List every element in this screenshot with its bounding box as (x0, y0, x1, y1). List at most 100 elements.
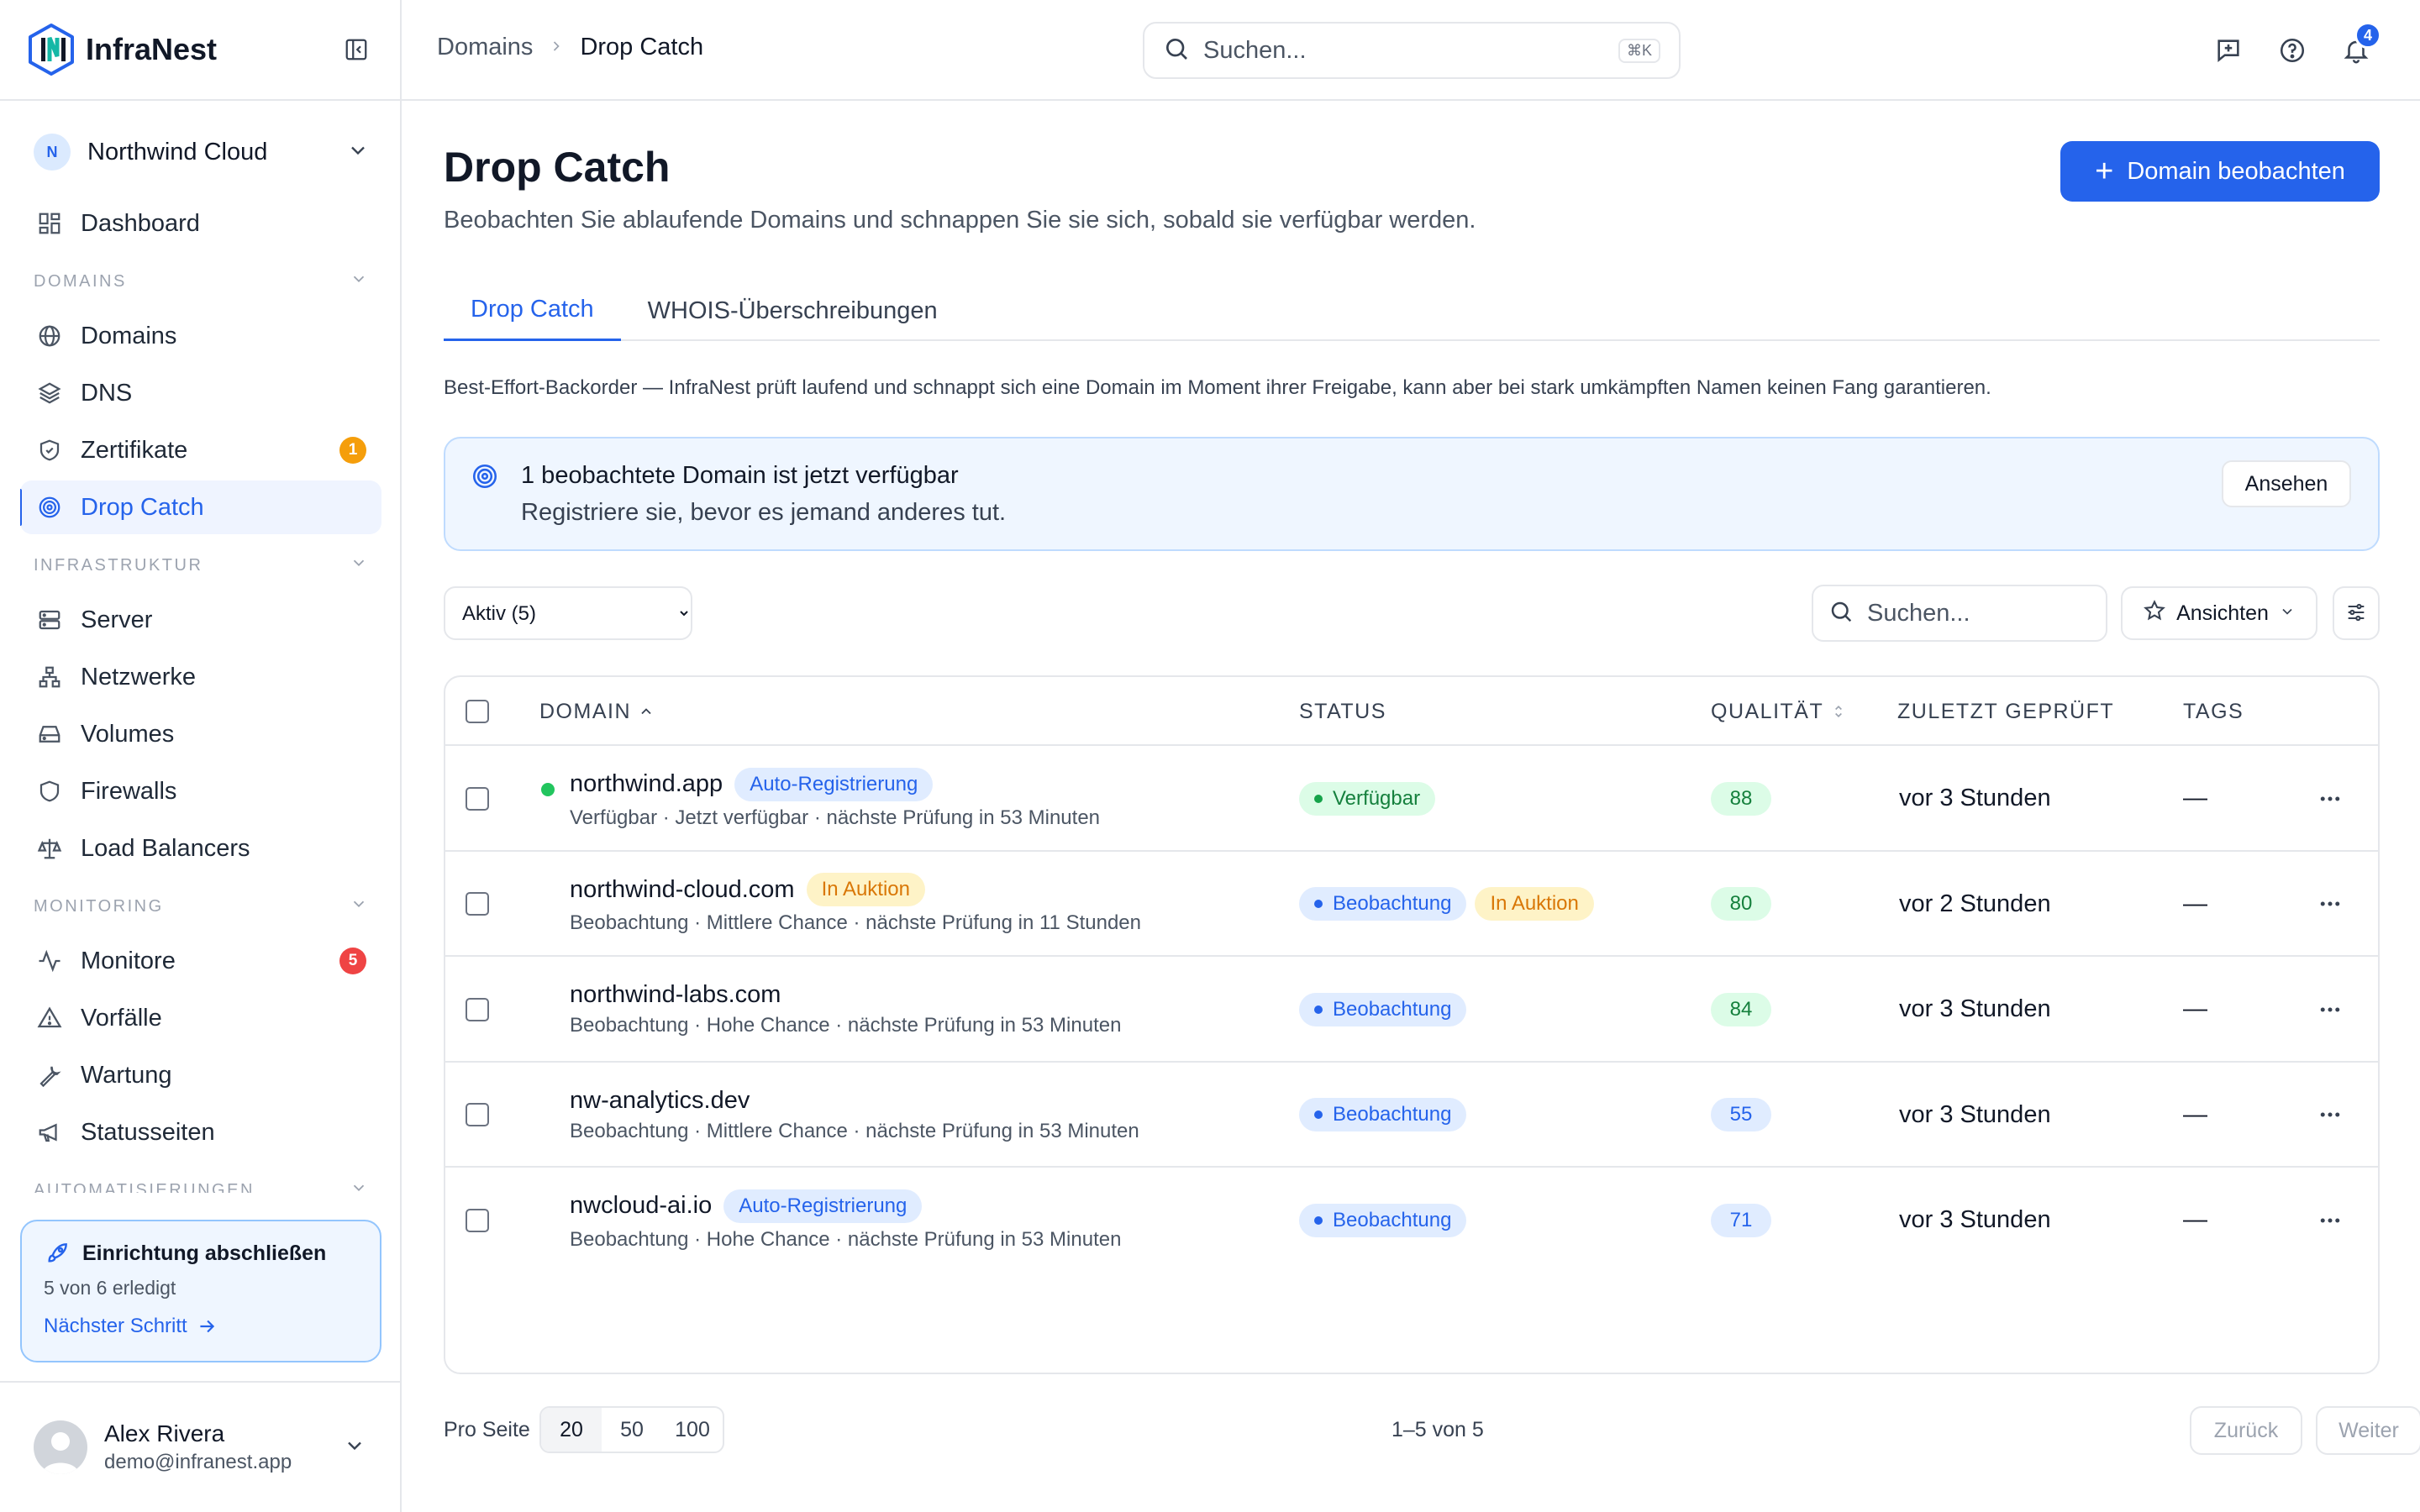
section-infrastructure[interactable]: INFRASTRUKTUR (20, 538, 381, 593)
row-checkbox[interactable] (466, 997, 489, 1021)
domain-cell: northwind.app Auto-Registrierung Verfügba… (570, 746, 1100, 851)
auction-badge: In Auktion (806, 873, 925, 906)
sidebar-item-server[interactable]: Server (20, 593, 381, 647)
domain-name[interactable]: northwind-labs.com (570, 981, 781, 1009)
domain-name[interactable]: northwind.app (570, 770, 723, 798)
table-row[interactable]: northwind.app Auto-Registrierung Verfügba… (445, 746, 2378, 852)
more-actions-icon[interactable] (2309, 1094, 2351, 1136)
quality-cell: 88 (1711, 746, 1771, 851)
table-row[interactable]: nwcloud-ai.io Auto-Registrierung Beobacht… (445, 1168, 2378, 1273)
domain-name[interactable]: nwcloud-ai.io (570, 1192, 712, 1220)
column-settings-button[interactable] (2333, 586, 2380, 640)
status-label: Beobachtung (1333, 1103, 1452, 1126)
org-switcher[interactable]: N Northwind Cloud (34, 131, 370, 173)
column-domain[interactable]: DOMAIN (539, 677, 655, 746)
view-available-button[interactable]: Ansehen (2222, 460, 2351, 507)
sidebar-item-firewalls[interactable]: Firewalls (20, 764, 381, 818)
next-step-link[interactable]: Nächster Schritt (44, 1315, 358, 1338)
tags-empty: — (2183, 1206, 2207, 1233)
per-page-option-100[interactable]: 100 (662, 1408, 723, 1452)
column-quality-label: QUALITÄT (1711, 699, 1824, 723)
sidebar-item-certificates[interactable]: Zertifikate 1 (20, 423, 381, 477)
table-row[interactable]: nw-analytics.dev Beobachtung · Mittlere … (445, 1063, 2378, 1168)
page-subtitle: Beobachten Sie ablaufende Domains und sc… (444, 207, 1476, 234)
status-filter-select[interactable]: Aktiv (5) (444, 586, 692, 640)
chevron-right-icon (548, 34, 565, 61)
sidebar-item-label: Domains (81, 322, 177, 349)
target-icon (471, 462, 499, 495)
global-search-input[interactable] (1203, 36, 1618, 65)
more-actions-icon[interactable] (2309, 778, 2351, 820)
table-row[interactable]: northwind-cloud.com In Auktion Beobachtun… (445, 852, 2378, 957)
app-name: InfraNest (86, 32, 218, 66)
section-automation[interactable]: AUTOMATISIERUNGEN (20, 1163, 381, 1193)
sidebar-item-networks[interactable]: Netzwerke (20, 650, 381, 704)
server-icon (35, 606, 64, 634)
user-email: demo@infranest.app (104, 1451, 292, 1473)
per-page-option-50[interactable]: 50 (602, 1408, 662, 1452)
row-checkbox[interactable] (466, 786, 489, 811)
section-monitoring[interactable]: MONITORING (20, 879, 381, 934)
sidebar-item-monitors[interactable]: Monitore 5 (20, 934, 381, 988)
auto-register-badge: Auto-Registrierung (723, 1189, 923, 1223)
user-menu[interactable]: Alex Rivera demo@infranest.app (0, 1381, 400, 1512)
tags-cell: — (2183, 957, 2207, 1062)
sidebar-item-incidents[interactable]: Vorfälle (20, 991, 381, 1045)
last-checked: vor 3 Stunden (1899, 785, 2051, 811)
domain-name[interactable]: nw-analytics.dev (570, 1087, 750, 1115)
next-page-button[interactable]: Weiter (2316, 1406, 2420, 1455)
last-checked: vor 3 Stunden (1899, 1100, 2051, 1128)
column-quality[interactable]: QUALITÄT (1711, 677, 1847, 746)
arrow-right-icon (200, 1320, 214, 1333)
sidebar-item-maintenance[interactable]: Wartung (20, 1048, 381, 1102)
dashboard-icon (35, 209, 64, 238)
tab-whois-overrides[interactable]: WHOIS-Überschreibungen (621, 281, 965, 341)
feedback-icon[interactable] (2210, 32, 2247, 69)
sidebar-collapse-icon[interactable] (339, 33, 373, 66)
sidebar-item-status-pages[interactable]: Statusseiten (20, 1105, 381, 1159)
sidebar-item-dashboard[interactable]: Dashboard (20, 197, 381, 250)
domain-name[interactable]: northwind-cloud.com (570, 876, 795, 904)
chevron-down-icon (350, 554, 368, 577)
status-badge: Beobachtung (1299, 1098, 1467, 1131)
sidebar-item-domains[interactable]: Domains (20, 309, 381, 363)
row-checkbox[interactable] (466, 1208, 489, 1232)
more-actions-icon[interactable] (2309, 1200, 2351, 1242)
notifications-bell-icon[interactable]: 4 (2338, 22, 2381, 69)
shortcut-hint: ⌘K (1618, 38, 1660, 63)
tags-cell: — (2183, 1168, 2207, 1273)
global-search[interactable]: ⌘K (1143, 22, 1681, 79)
section-domains[interactable]: DOMAINS (20, 254, 381, 309)
setup-title-text: Einrichtung abschließen (82, 1241, 327, 1265)
sidebar-item-label: Monitore (81, 947, 176, 974)
sidebar-item-load-balancers[interactable]: Load Balancers (20, 822, 381, 875)
table-row[interactable]: northwind-labs.com Beobachtung · Hohe Ch… (445, 957, 2378, 1063)
drop-catch-table: DOMAIN STATUS QUALITÄT ZULETZT GEPRÜFT T… (444, 675, 2380, 1374)
table-search-input[interactable] (1867, 599, 2094, 627)
sidebar-item-dns[interactable]: DNS (20, 366, 381, 420)
sidebar-item-volumes[interactable]: Volumes (20, 707, 381, 761)
status-label: Verfügbar (1333, 786, 1421, 810)
tab-drop-catch[interactable]: Drop Catch (444, 281, 621, 341)
more-actions-icon[interactable] (2309, 883, 2351, 925)
select-all-checkbox[interactable] (466, 700, 489, 723)
org-avatar: N (34, 134, 71, 171)
chevron-down-icon (343, 1434, 366, 1462)
breadcrumb-domains[interactable]: Domains (437, 34, 533, 61)
sidebar-item-drop-catch[interactable]: Drop Catch (20, 480, 381, 534)
sidebar-item-label: Drop Catch (81, 493, 204, 521)
table-search[interactable] (1812, 585, 2107, 642)
per-page-option-20[interactable]: 20 (541, 1408, 602, 1452)
quality-score: 84 (1711, 992, 1771, 1026)
help-icon[interactable] (2274, 32, 2311, 69)
row-checkbox[interactable] (466, 892, 489, 916)
top-header: Domains Drop Catch ⌘K 4 (402, 0, 2420, 101)
prev-page-button[interactable]: Zurück (2190, 1406, 2302, 1455)
tabs: Drop Catch WHOIS-Überschreibungen (444, 281, 2380, 341)
views-button[interactable]: Ansichten (2121, 586, 2317, 640)
more-actions-icon[interactable] (2309, 989, 2351, 1031)
domain-cell: nw-analytics.dev Beobachtung · Mittlere … (570, 1063, 1139, 1168)
domain-cell: nwcloud-ai.io Auto-Registrierung Beobacht… (570, 1168, 1121, 1273)
row-checkbox[interactable] (466, 1103, 489, 1126)
watch-domain-button[interactable]: + Domain beobachten (2060, 141, 2380, 202)
